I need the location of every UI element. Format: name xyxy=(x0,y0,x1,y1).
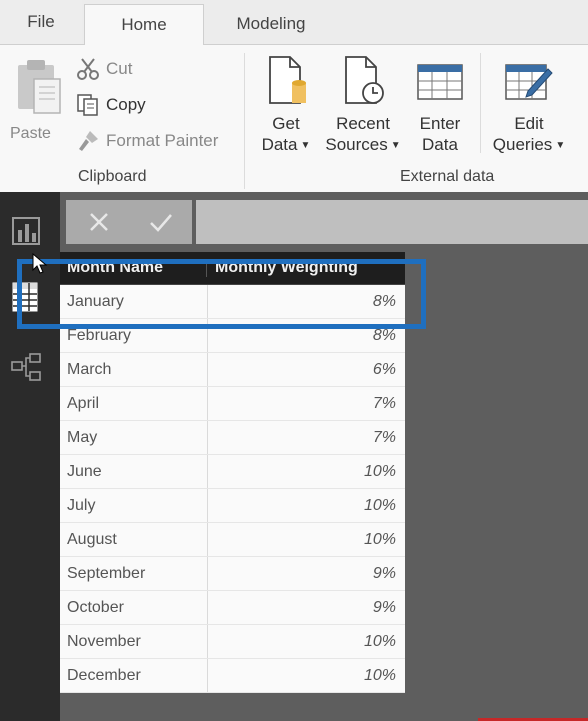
edit-queries-label-1: Edit xyxy=(514,114,544,133)
table-grid-icon xyxy=(417,64,463,100)
cancel-icon[interactable] xyxy=(86,209,112,235)
cut-button[interactable]: Cut xyxy=(76,55,132,83)
weighting-cell: 9% xyxy=(372,564,396,582)
get-data-label-1: Get xyxy=(272,114,300,133)
month-cell: March xyxy=(60,353,208,386)
external-data-group-label: External data xyxy=(400,168,495,185)
ribbon-divider xyxy=(244,53,245,189)
month-cell: June xyxy=(60,455,208,488)
enter-data-label-1: Enter xyxy=(419,114,461,133)
enter-data-button[interactable]: Enter Data xyxy=(410,55,470,165)
recent-sources-label-2: Sources xyxy=(325,135,388,154)
get-data-label-2: Data xyxy=(261,135,298,154)
table-row[interactable]: August 10% xyxy=(60,523,405,557)
copy-label: Copy xyxy=(106,95,146,114)
table-row[interactable]: July 10% xyxy=(60,489,405,523)
edit-queries-button[interactable]: Edit Queries ▼ xyxy=(488,55,570,165)
month-cell: May xyxy=(60,421,208,454)
ribbon-divider xyxy=(480,53,481,153)
mouse-cursor-icon xyxy=(32,253,48,274)
weighting-cell: 7% xyxy=(372,428,396,446)
enter-data-label-2: Data xyxy=(422,135,458,154)
recent-sources-icon xyxy=(345,56,384,104)
weighting-cell: 10% xyxy=(363,462,396,480)
formula-input[interactable] xyxy=(196,200,588,244)
edit-queries-label-2: Queries xyxy=(492,135,553,154)
table-row[interactable]: September 9% xyxy=(60,557,405,591)
cut-label: Cut xyxy=(106,59,133,78)
weighting-cell: 8% xyxy=(372,326,396,344)
report-view-icon[interactable] xyxy=(9,214,45,250)
month-cell: December xyxy=(60,659,208,692)
weighting-cell: 10% xyxy=(363,666,396,684)
scissors-icon xyxy=(77,58,99,80)
month-cell: April xyxy=(60,387,208,420)
month-cell: November xyxy=(60,625,208,658)
format-painter-icon xyxy=(79,131,98,151)
commit-check-icon[interactable] xyxy=(148,209,174,235)
home-ribbon: Paste Cut Copy Format Painter Clipboard xyxy=(0,44,588,192)
get-data-button[interactable]: Get Data ▼ xyxy=(258,55,314,165)
highlight-box xyxy=(17,259,426,329)
table-row[interactable]: March 6% xyxy=(60,353,405,387)
clipboard-group-label: Clipboard xyxy=(78,168,147,185)
weighting-cell: 6% xyxy=(372,360,396,378)
recent-sources-label-1: Recent xyxy=(336,114,390,133)
weighting-cell: 9% xyxy=(372,598,396,616)
edit-queries-icon xyxy=(505,64,553,100)
get-data-icon xyxy=(269,56,306,104)
copy-icon xyxy=(77,94,98,116)
table-row[interactable]: November 10% xyxy=(60,625,405,659)
dropdown-caret-icon: ▼ xyxy=(555,140,566,151)
table-row[interactable]: December 10% xyxy=(60,659,405,693)
formula-bar-buttons xyxy=(66,200,192,244)
month-cell: August xyxy=(60,523,208,556)
ribbon-tab-strip: File Home Modeling xyxy=(0,0,588,45)
table-row[interactable]: October 9% xyxy=(60,591,405,625)
table-row[interactable]: April 7% xyxy=(60,387,405,421)
table-row[interactable]: June 10% xyxy=(60,455,405,489)
tab-home[interactable]: Home xyxy=(84,4,204,45)
clipboard-paste-icon xyxy=(18,60,61,114)
recent-sources-button[interactable]: Recent Sources ▼ xyxy=(322,55,404,165)
weighting-cell: 10% xyxy=(363,632,396,650)
relationships-view-icon[interactable] xyxy=(9,350,45,386)
month-cell: October xyxy=(60,591,208,624)
weighting-cell: 7% xyxy=(372,394,396,412)
dropdown-caret-icon: ▼ xyxy=(390,140,401,151)
dropdown-caret-icon: ▼ xyxy=(300,140,311,151)
paste-label: Paste xyxy=(10,125,51,142)
tab-modeling[interactable]: Modeling xyxy=(206,4,336,44)
copy-button[interactable]: Copy xyxy=(76,91,146,119)
month-cell: July xyxy=(60,489,208,522)
month-cell: September xyxy=(60,557,208,590)
format-painter-label: Format Painter xyxy=(106,131,219,150)
tab-file[interactable]: File xyxy=(0,0,82,44)
weighting-cell: 10% xyxy=(363,496,396,514)
paste-button[interactable]: Paste xyxy=(8,55,66,155)
format-painter-button[interactable]: Format Painter xyxy=(76,127,218,155)
weighting-cell: 10% xyxy=(363,530,396,548)
table-row[interactable]: May 7% xyxy=(60,421,405,455)
